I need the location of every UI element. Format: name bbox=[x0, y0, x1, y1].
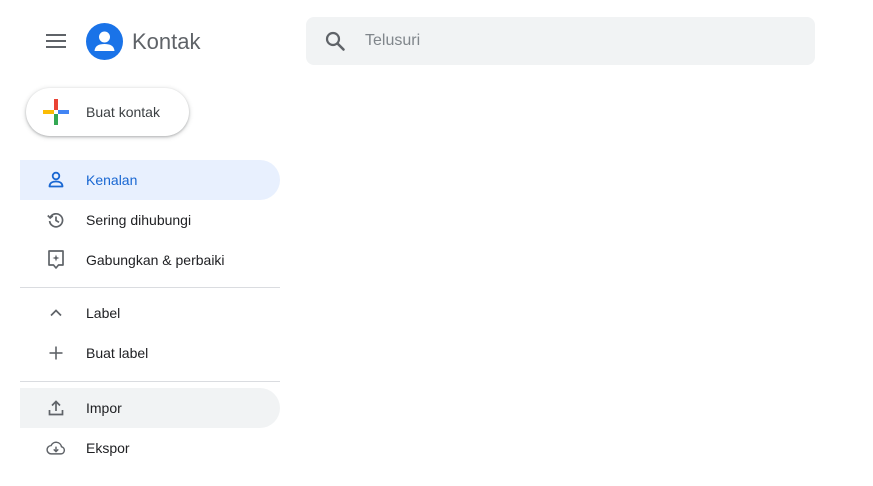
search-icon[interactable] bbox=[323, 29, 347, 53]
sidebar-item-label: Kenalan bbox=[86, 172, 138, 188]
hamburger-menu-icon bbox=[46, 34, 66, 48]
contacts-logo-icon bbox=[86, 23, 123, 60]
cloud-download-icon bbox=[46, 436, 66, 460]
sidebar-item-contacts[interactable]: Kenalan bbox=[20, 160, 280, 200]
labels-section-header[interactable]: Label bbox=[20, 293, 280, 333]
sidebar-item-export[interactable]: Ekspor bbox=[20, 428, 280, 468]
sidebar-item-import[interactable]: Impor bbox=[20, 388, 280, 428]
sidebar-item-label: Sering dihubungi bbox=[86, 212, 192, 228]
create-contact-button[interactable]: Buat kontak bbox=[26, 88, 189, 136]
sidebar-item-label: Impor bbox=[86, 400, 122, 416]
sidebar-item-frequently-contacted[interactable]: Sering dihubungi bbox=[20, 200, 280, 240]
chevron-up-icon bbox=[46, 301, 66, 325]
create-label-text: Buat label bbox=[86, 345, 149, 361]
history-icon bbox=[46, 208, 66, 232]
search-bar[interactable] bbox=[306, 17, 815, 65]
main-menu-button[interactable] bbox=[36, 21, 76, 61]
create-label-button[interactable]: Buat label bbox=[20, 333, 280, 373]
create-contact-label: Buat kontak bbox=[86, 104, 160, 120]
sidebar-divider bbox=[20, 381, 280, 382]
upload-icon bbox=[46, 396, 66, 420]
merge-fix-icon bbox=[46, 248, 66, 272]
app-title: Kontak bbox=[132, 29, 201, 54]
labels-section-title: Label bbox=[86, 305, 121, 321]
sidebar-divider bbox=[20, 287, 280, 288]
search-input[interactable] bbox=[365, 26, 785, 56]
sidebar-item-label: Gabungkan & perbaiki bbox=[86, 252, 225, 268]
sidebar-item-label: Ekspor bbox=[86, 440, 130, 456]
sidebar-item-merge-fix[interactable]: Gabungkan & perbaiki bbox=[20, 240, 280, 280]
multicolor-plus-icon bbox=[43, 99, 69, 125]
plus-icon bbox=[46, 341, 66, 365]
person-icon bbox=[46, 168, 66, 192]
